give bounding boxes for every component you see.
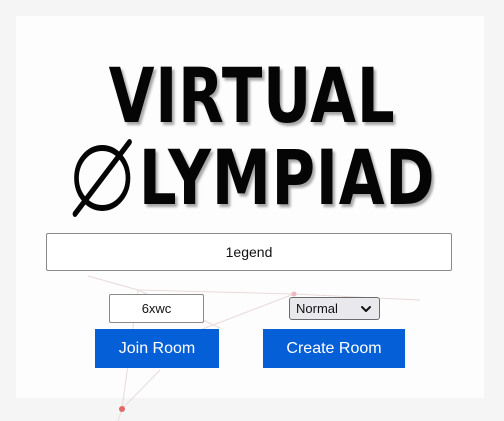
room-code-input[interactable] <box>109 294 204 323</box>
player-name-input[interactable] <box>46 233 452 271</box>
title-olympiad: LYMPIAD <box>55 138 448 232</box>
empty-set-icon <box>72 139 132 217</box>
create-room-button[interactable]: Create Room <box>263 329 405 368</box>
game-mode-select[interactable]: Normal <box>289 297 380 320</box>
graph-node <box>119 406 125 412</box>
game-mode-selected-value: Normal <box>296 301 338 316</box>
join-room-button[interactable]: Join Room <box>95 329 219 368</box>
title-olympiad-rest: LYMPIAD <box>138 133 436 222</box>
chevron-down-icon <box>361 305 371 312</box>
title-virtual: VIRTUAL <box>108 51 396 140</box>
